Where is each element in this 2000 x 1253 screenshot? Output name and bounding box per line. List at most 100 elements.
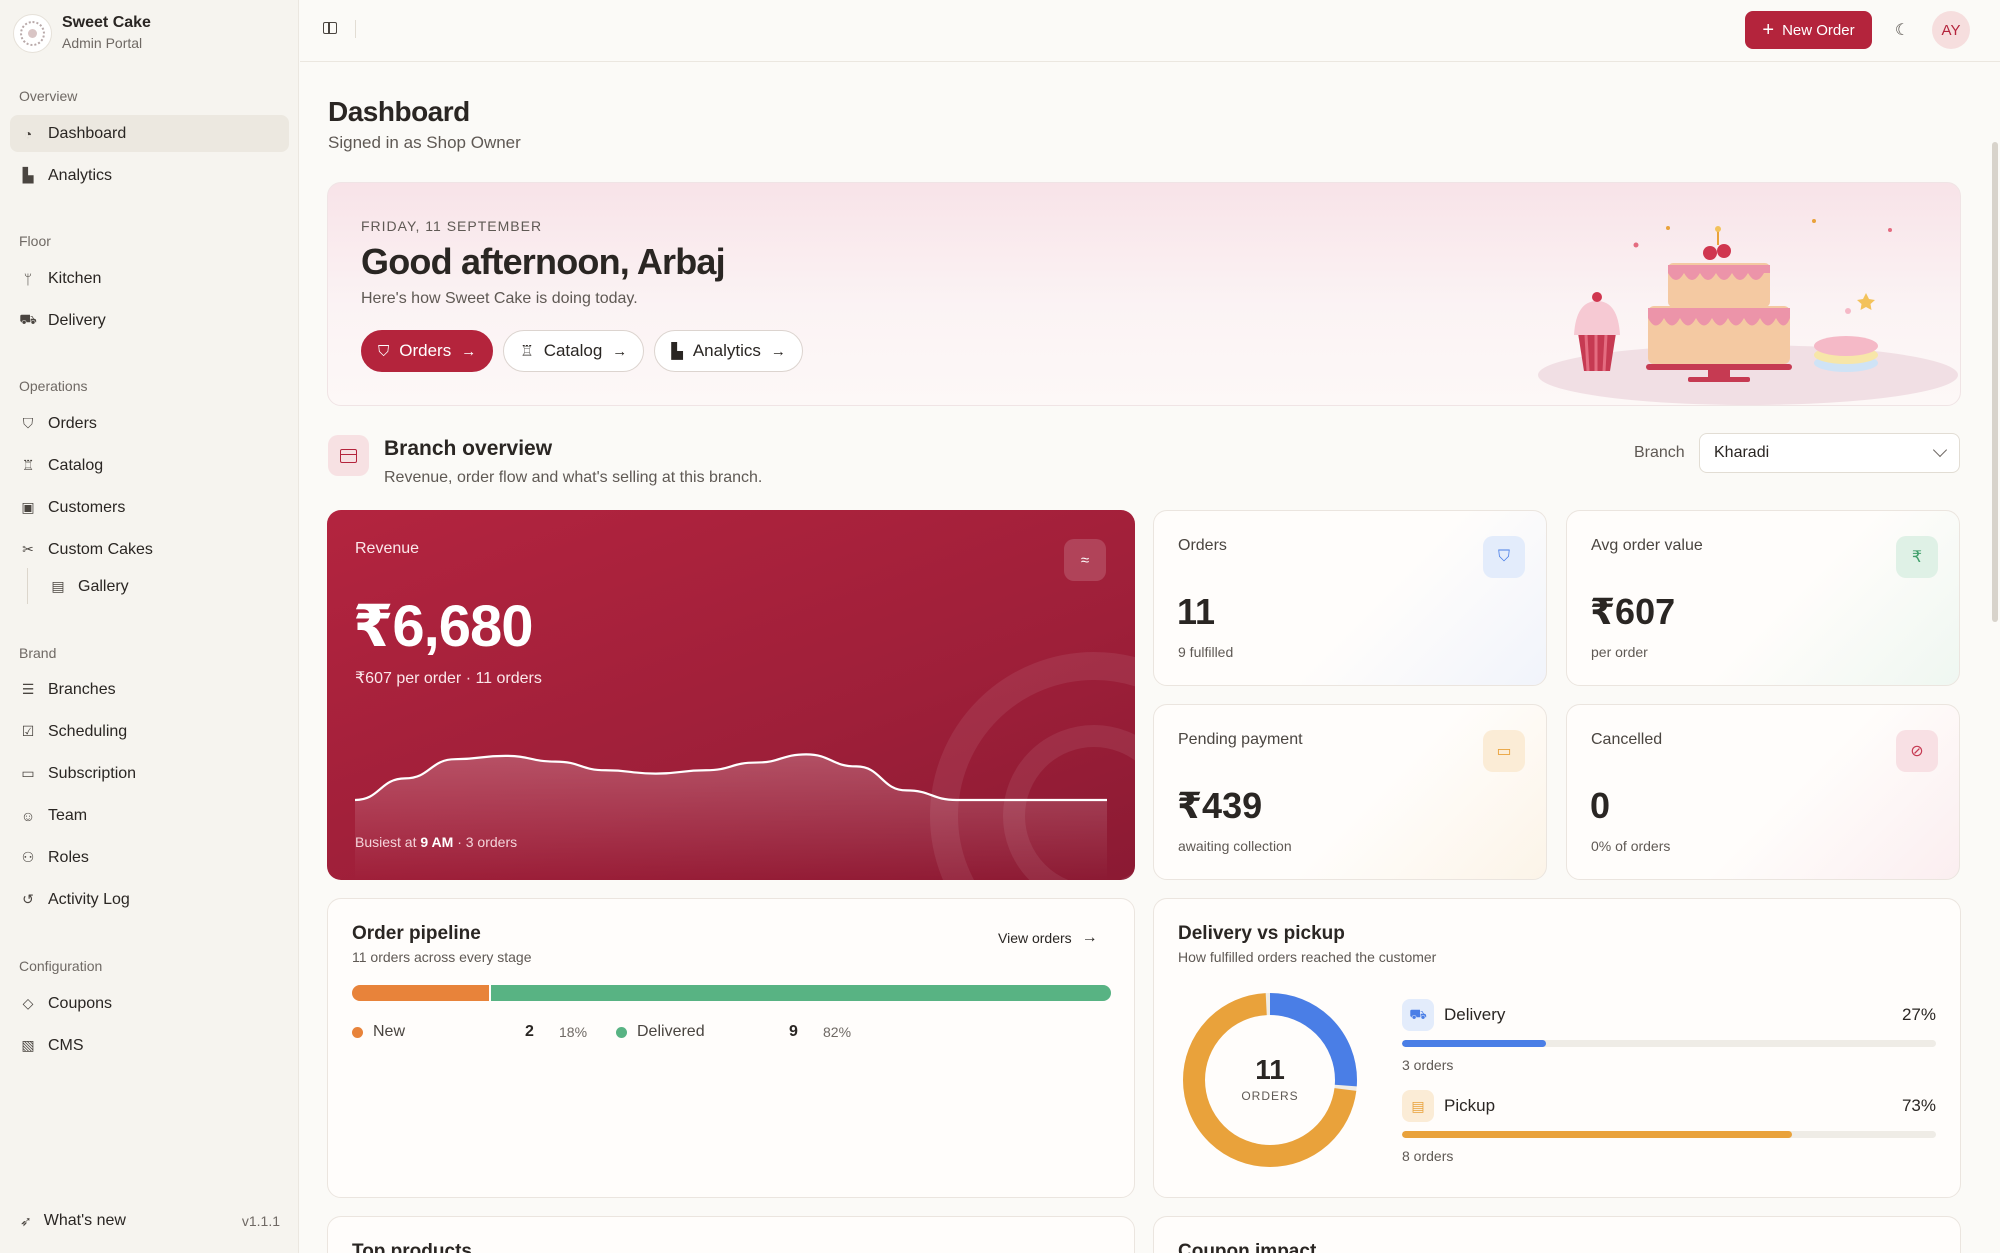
card-title: Coupon impact	[1178, 1241, 1317, 1253]
panel-left-icon	[323, 22, 337, 34]
card-title: Delivery vs pickup	[1178, 923, 1345, 944]
branch-select-label: Branch	[1634, 444, 1685, 461]
branch-select[interactable]: Kharadi	[1699, 433, 1960, 473]
mode-progress-track	[1402, 1131, 1936, 1138]
hero-analytics-button[interactable]: ▙ Analytics →	[654, 330, 803, 372]
avatar[interactable]: AY	[1932, 11, 1970, 49]
view-orders-link[interactable]: View orders →	[998, 929, 1098, 947]
stat-card-cancelled[interactable]: Cancelled ⊘ 0 0% of orders	[1566, 704, 1960, 880]
mode-percent: 27%	[1901, 1005, 1936, 1024]
stat-label: Cancelled	[1591, 731, 1663, 748]
view-orders-label: View orders	[998, 930, 1072, 946]
mode-name: Delivery	[1444, 1005, 1506, 1024]
mode-orders: 8 orders	[1402, 1148, 1454, 1164]
sidebar-item-delivery[interactable]: ⛟ Delivery	[10, 302, 289, 339]
mode-orders: 3 orders	[1402, 1057, 1454, 1073]
sidebar-item-cms[interactable]: ▧ CMS	[10, 1027, 289, 1064]
shopping-bag-icon: ⛉	[378, 342, 390, 360]
store-icon	[328, 435, 369, 476]
sidebar-item-scheduling[interactable]: ☑ Scheduling	[10, 713, 289, 750]
sidebar-item-dashboard[interactable]: ◔ Dashboard	[10, 115, 289, 152]
stat-label: Orders	[1178, 537, 1227, 554]
store-icon: ▤	[1402, 1090, 1434, 1122]
revenue-label: Revenue	[355, 540, 420, 557]
stat-card-avg-order-value[interactable]: Avg order value ₹ ₹607 per order	[1566, 510, 1960, 686]
hero-subtitle: Here's how Sweet Cake is doing today.	[361, 290, 638, 307]
coupon-impact-card: Coupon impact	[1153, 1216, 1961, 1253]
hero-greeting: Good afternoon, Arbaj	[361, 241, 726, 282]
sidebar-item-orders[interactable]: ⛉ Orders	[10, 405, 289, 442]
ban-icon: ⊘	[1896, 730, 1938, 772]
image-gallery-icon: ▤	[51, 578, 65, 594]
mode-progress-fill	[1402, 1131, 1792, 1138]
revenue-card: Revenue ≈ ₹6,680 ₹607 per order · 11 ord…	[327, 510, 1135, 880]
page-title: Dashboard	[328, 96, 470, 127]
legend-count: 2	[525, 1023, 534, 1040]
sidebar-item-gallery[interactable]: ▤ Gallery	[40, 568, 289, 605]
bar-chart-icon: ▙	[22, 167, 34, 183]
user-key-icon: ⚇	[21, 849, 35, 865]
revenue-trend-area	[355, 754, 1107, 880]
sidebar-item-custom-cakes[interactable]: ✂ Custom Cakes	[10, 531, 289, 568]
nav-section-operations: Operations	[19, 378, 88, 394]
sidebar-item-coupons[interactable]: ◇ Coupons	[10, 985, 289, 1022]
hero-orders-label: Orders	[399, 341, 452, 360]
stat-value: ₹439	[1177, 785, 1263, 826]
calendar-check-icon: ☑	[21, 723, 35, 739]
building-icon: ☰	[21, 681, 35, 697]
donut-total-label: ORDERS	[1241, 1089, 1299, 1103]
stat-card-orders[interactable]: Orders ⛉ 11 9 fulfilled	[1153, 510, 1547, 686]
new-order-button[interactable]: + New Order	[1745, 11, 1872, 49]
bar-chart-icon: ▙	[671, 343, 683, 360]
mode-percent: 73%	[1901, 1096, 1936, 1115]
scrollbar[interactable]	[1990, 62, 2000, 1253]
trend-icon: ≈	[1064, 539, 1106, 581]
hero-catalog-label: Catalog	[543, 341, 603, 360]
utensils-icon: ᛘ	[23, 270, 33, 287]
legend-label: Delivered	[637, 1023, 705, 1040]
contact-card-icon: ▣	[21, 499, 35, 515]
stat-meta: awaiting collection	[1178, 838, 1292, 854]
whats-new-link[interactable]: ➶ What's new v1.1.1	[20, 1212, 280, 1230]
stat-meta: per order	[1591, 644, 1648, 660]
truck-icon: ⛟	[19, 311, 37, 327]
sidebar-item-label: Catalog	[48, 456, 104, 474]
sidebar-item-activity-log[interactable]: ↺ Activity Log	[10, 881, 289, 918]
busiest-time: 9 AM	[420, 834, 454, 850]
sidebar-item-customers[interactable]: ▣ Customers	[10, 489, 289, 526]
theme-toggle-button[interactable]: ☾	[1890, 18, 1914, 42]
sidebar-item-subscription[interactable]: ▭ Subscription	[10, 755, 289, 792]
welcome-hero: FRIDAY, 11 SEPTEMBER Good afternoon, Arb…	[327, 182, 1961, 406]
donut-total: 11	[1255, 1054, 1285, 1085]
topbar: + New Order ☾ AY	[300, 0, 2000, 62]
sidebar-item-catalog[interactable]: ♖ Catalog	[10, 447, 289, 484]
submenu-guide	[27, 568, 28, 604]
new-order-label: New Order	[1782, 21, 1855, 39]
sidebar-item-label: Activity Log	[48, 890, 130, 908]
app-version: v1.1.1	[241, 1213, 280, 1229]
arrow-right-icon: →	[1081, 929, 1098, 946]
sidebar-item-kitchen[interactable]: ᛘ Kitchen	[10, 260, 289, 297]
card-subtitle: How fulfilled orders reached the custome…	[1178, 949, 1437, 965]
plus-icon: +	[1762, 19, 1775, 41]
nav-section-brand: Brand	[19, 645, 57, 661]
sidebar-toggle-button[interactable]	[320, 18, 340, 38]
top-products-card: Top products	[327, 1216, 1135, 1253]
hero-catalog-button[interactable]: ♖ Catalog →	[503, 330, 645, 372]
sidebar-item-roles[interactable]: ⚇ Roles	[10, 839, 289, 876]
sidebar-item-label: Roles	[48, 848, 89, 866]
sidebar-item-label: Analytics	[48, 166, 113, 184]
card-title: Order pipeline	[352, 923, 481, 944]
pipeline-legend-new: New 2 18%	[352, 1023, 592, 1041]
sidebar: Sweet Cake Admin Portal Overview ◔ Dashb…	[0, 0, 299, 1253]
sidebar-item-label: Branches	[48, 680, 116, 698]
sidebar-item-branches[interactable]: ☰ Branches	[10, 671, 289, 708]
brand-logo	[13, 13, 52, 53]
cake-icon: ♖	[520, 343, 534, 360]
brand[interactable]: Sweet Cake Admin Portal	[13, 13, 151, 53]
stat-card-pending-payment[interactable]: Pending payment ▭ ₹439 awaiting collecti…	[1153, 704, 1547, 880]
scrollbar-thumb[interactable]	[1992, 142, 1998, 622]
sidebar-item-team[interactable]: ☺ Team	[10, 797, 289, 834]
sidebar-item-analytics[interactable]: ▙ Analytics	[10, 157, 289, 194]
hero-orders-button[interactable]: ⛉ Orders →	[361, 330, 494, 372]
